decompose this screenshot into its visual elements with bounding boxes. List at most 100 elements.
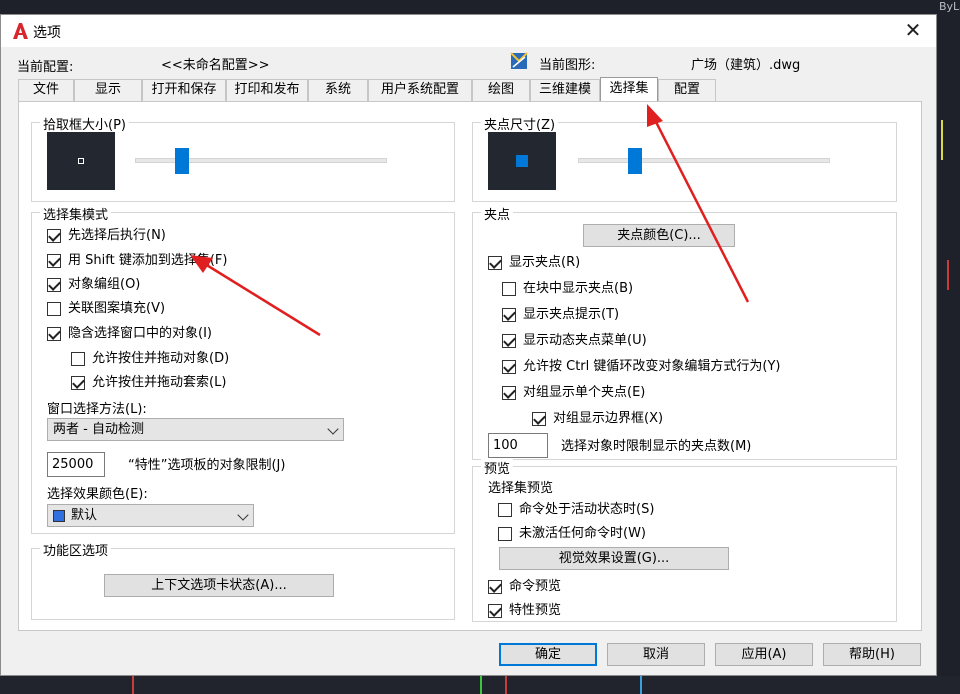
apply-button[interactable]: 应用(A): [715, 643, 813, 666]
checkbox-box[interactable]: [532, 412, 546, 426]
tab-profiles[interactable]: 配置: [658, 79, 716, 101]
window-method-value: 两者 - 自动检测: [53, 422, 144, 437]
checkbox-box[interactable]: [47, 278, 61, 292]
grip-preview: [488, 132, 556, 190]
checkbox-label: 对组显示边界框(X): [553, 411, 664, 426]
pickbox-size-title: 拾取框大小(P): [40, 114, 129, 133]
close-button[interactable]: ✕: [890, 15, 936, 47]
pickbox-size-group: 拾取框大小(P): [31, 114, 455, 202]
background-toolbar: [0, 0, 960, 14]
background-properties-strip: ByLaye: [937, 0, 960, 694]
current-drawing-label: 当前图形:: [539, 58, 596, 73]
background-line: [480, 676, 482, 694]
checkbox-box[interactable]: [47, 302, 61, 316]
tab-user-preferences[interactable]: 用户系统配置: [368, 79, 472, 101]
tab-system[interactable]: 系统: [308, 79, 368, 101]
object-limit-input[interactable]: 25000: [47, 452, 105, 477]
pickbox-slider-thumb[interactable]: [175, 148, 190, 174]
contextual-tab-states-button[interactable]: 上下文选项卡状态(A)...: [104, 574, 334, 597]
background-line: [941, 120, 943, 160]
grip-size-title: 夹点尺寸(Z): [481, 114, 559, 133]
grip-limit-input[interactable]: 100: [488, 433, 548, 458]
ribbon-options-group: 功能区选项 上下文选项卡状态(A)...: [31, 540, 455, 620]
object-limit-value: 25000: [52, 457, 94, 472]
checkbox-label: 允许按 Ctrl 键循环改变对象编辑方式行为(Y): [523, 359, 781, 374]
tab-3d-modeling[interactable]: 三维建模: [530, 79, 600, 101]
selection-tab-panel: 拾取框大小(P) 夹点尺寸(Z) 选择集模式 先选择后执行(N) 用 Shift…: [18, 101, 922, 631]
current-profile-value: <<未命名配置>>: [161, 58, 270, 73]
chevron-down-icon: [237, 509, 249, 521]
tab-files[interactable]: 文件: [18, 79, 74, 101]
grips-group: 夹点 夹点颜色(C)... 显示夹点(R) 在块中显示夹点(B) 显示夹点提示(…: [472, 204, 897, 460]
checkbox-label: 在块中显示夹点(B): [523, 281, 634, 296]
checkbox-box[interactable]: [502, 308, 516, 322]
checkbox-box[interactable]: [71, 376, 85, 390]
dialog-title: 选项: [33, 25, 61, 41]
grip-limit-value: 100: [493, 438, 518, 453]
checkbox-label: 显示动态夹点菜单(U): [523, 333, 647, 348]
tab-display[interactable]: 显示: [74, 79, 142, 101]
checkbox-label: 隐含选择窗口中的对象(I): [68, 326, 212, 341]
pickbox-square: [78, 158, 84, 164]
checkbox-label: 对象编组(O): [68, 277, 141, 292]
checkbox-label: 先选择后执行(N): [68, 228, 166, 243]
title-bar[interactable]: 选项 ✕: [1, 15, 936, 47]
checkbox-label: 用 Shift 键添加到选择集(F): [68, 253, 228, 268]
checkbox-box[interactable]: [47, 254, 61, 268]
selection-modes-title: 选择集模式: [40, 204, 112, 223]
checkbox-box[interactable]: [502, 360, 516, 374]
checkbox-label: 特性预览: [509, 603, 562, 618]
tab-plot-publish[interactable]: 打印和发布: [226, 79, 308, 101]
options-dialog: 选项 ✕ 当前配置: <<未命名配置>> 当前图形: 广场（建筑）.dwg 文件…: [0, 14, 937, 676]
tab-drafting[interactable]: 绘图: [472, 79, 530, 101]
checkbox-label: 显示夹点提示(T): [523, 307, 620, 322]
tab-open-save[interactable]: 打开和保存: [142, 79, 226, 101]
background-drawing-area: [0, 676, 960, 694]
checkbox-label: 命令处于活动状态时(S): [519, 502, 655, 517]
object-limit-label: “特性”选项板的对象限制(J): [128, 458, 286, 473]
cancel-button[interactable]: 取消: [607, 643, 705, 666]
grip-slider-track[interactable]: [578, 158, 830, 163]
grip-size-group: 夹点尺寸(Z): [472, 114, 897, 202]
checkbox-label: 未激活任何命令时(W): [519, 526, 646, 541]
checkbox-label: 关联图案填充(V): [68, 301, 166, 316]
checkbox-label: 对组显示单个夹点(E): [523, 385, 646, 400]
effect-color-value: 默认: [71, 508, 98, 523]
current-profile-label: 当前配置:: [17, 60, 74, 75]
background-line: [132, 676, 134, 694]
grip-colors-button[interactable]: 夹点颜色(C)...: [583, 224, 735, 247]
background-line: [505, 676, 507, 694]
help-button[interactable]: 帮助(H): [823, 643, 921, 666]
checkbox-label: 允许按住并拖动套索(L): [92, 375, 227, 390]
checkbox-box[interactable]: [498, 527, 512, 541]
checkbox-box[interactable]: [502, 334, 516, 348]
checkbox-box[interactable]: [498, 503, 512, 517]
window-method-select[interactable]: 两者 - 自动检测: [47, 418, 344, 441]
preview-title: 预览: [481, 458, 514, 477]
visual-effect-settings-button[interactable]: 视觉效果设置(G)...: [499, 547, 729, 570]
checkbox-box[interactable]: [502, 282, 516, 296]
checkbox-box[interactable]: [488, 604, 502, 618]
checkbox-box[interactable]: [502, 386, 516, 400]
checkbox-box[interactable]: [47, 327, 61, 341]
pickbox-slider-track[interactable]: [135, 158, 387, 163]
selection-preview-subtitle: 选择集预览: [488, 481, 554, 496]
selection-modes-group: 选择集模式 先选择后执行(N) 用 Shift 键添加到选择集(F) 对象编组(…: [31, 204, 455, 534]
background-line: [947, 260, 949, 290]
effect-color-label: 选择效果颜色(E):: [47, 487, 148, 502]
chevron-down-icon: [327, 423, 339, 435]
checkbox-box[interactable]: [488, 580, 502, 594]
ribbon-options-title: 功能区选项: [40, 540, 112, 559]
tab-selection[interactable]: 选择集: [600, 77, 658, 102]
effect-color-select[interactable]: 默认: [47, 504, 254, 527]
grip-slider-thumb[interactable]: [627, 148, 642, 174]
grip-limit-label: 选择对象时限制显示的夹点数(M): [561, 439, 752, 454]
checkbox-box[interactable]: [71, 352, 85, 366]
checkbox-box[interactable]: [488, 256, 502, 270]
checkbox-box[interactable]: [47, 229, 61, 243]
pickbox-preview: [47, 132, 115, 190]
checkbox-label: 显示夹点(R): [509, 255, 581, 270]
window-method-label: 窗口选择方法(L):: [47, 402, 147, 417]
close-icon: ✕: [904, 18, 922, 42]
ok-button[interactable]: 确定: [499, 643, 597, 666]
